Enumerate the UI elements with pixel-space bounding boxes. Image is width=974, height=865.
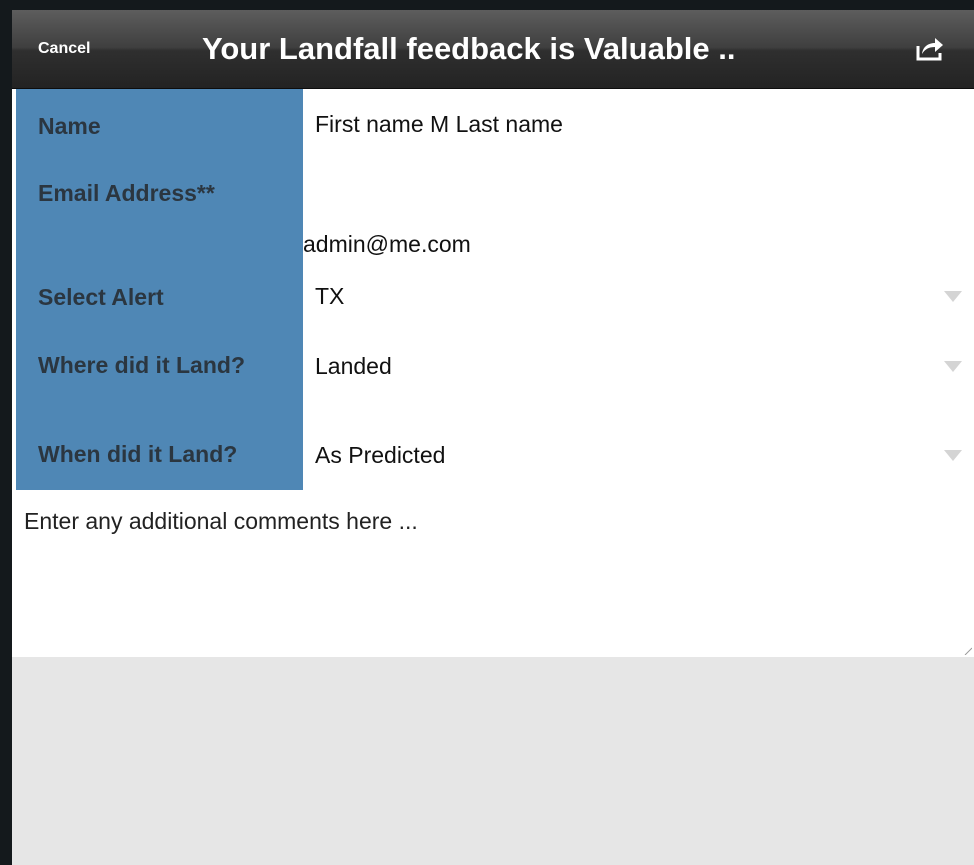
chevron-down-icon <box>944 291 962 302</box>
name-field[interactable]: First name M Last name <box>303 103 974 147</box>
cancel-button[interactable]: Cancel <box>26 32 102 66</box>
comments-placeholder: Enter any additional comments here ... <box>24 508 418 534</box>
where-landed-value: Landed <box>315 353 392 379</box>
resize-grip-icon[interactable] <box>964 647 972 655</box>
select-alert-value: TX <box>315 283 345 309</box>
share-icon <box>916 38 943 61</box>
name-value: First name M Last name <box>315 111 563 137</box>
page-title: Your Landfall feedback is Valuable .. <box>202 31 736 66</box>
select-alert-label: Select Alert <box>38 284 164 310</box>
feedback-form: Name Email Address** Select Alert Where … <box>12 89 974 657</box>
name-label: Name <box>38 113 101 139</box>
when-landed-dropdown[interactable]: As Predicted <box>303 430 974 484</box>
where-landed-label: Where did it Land? <box>38 352 245 378</box>
email-field[interactable]: admin@me.com <box>303 221 974 265</box>
email-label: Email Address** <box>38 180 215 206</box>
navigation-bar: Cancel Your Landfall feedback is Valuabl… <box>12 10 974 89</box>
select-alert-dropdown[interactable]: TX <box>303 271 974 325</box>
chevron-down-icon <box>944 450 962 461</box>
app-window: Cancel Your Landfall feedback is Valuabl… <box>12 10 974 865</box>
share-button[interactable] <box>910 32 950 66</box>
chevron-down-icon <box>944 361 962 372</box>
when-landed-value: As Predicted <box>315 442 446 468</box>
email-value: admin@me.com <box>303 231 471 257</box>
when-landed-label: When did it Land? <box>38 441 238 467</box>
label-column: Name Email Address** Select Alert Where … <box>16 89 303 490</box>
comments-textarea[interactable]: Enter any additional comments here ... <box>12 490 974 657</box>
where-landed-dropdown[interactable]: Landed <box>303 341 974 395</box>
